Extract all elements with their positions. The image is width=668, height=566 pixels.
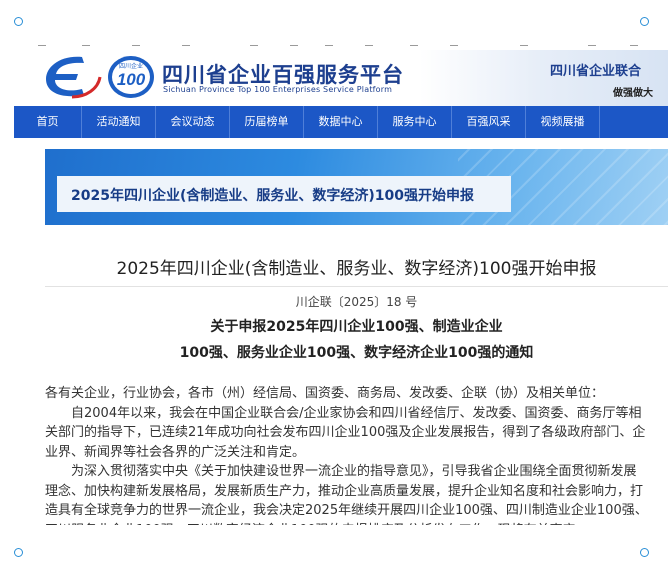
nav-item-top100-showcase[interactable]: 百强风采 <box>452 106 526 138</box>
nav-item-home[interactable]: 首页 <box>14 106 82 138</box>
nav-item-meeting-news[interactable]: 会议动态 <box>156 106 230 138</box>
article-title: 2025年四川企业(含制造业、服务业、数字经济)100强开始申报 <box>116 259 597 279</box>
nav-item-service-center[interactable]: 服务中心 <box>378 106 452 138</box>
banner-text: 2025年四川企业(含制造业、服务业、数字经济)100强开始申报 <box>71 188 474 204</box>
site-subtitle: Sichuan Province Top 100 Enterprises Ser… <box>163 85 393 94</box>
site-header: 100 四川企业 四川省企业百强服务平台 Sichuan Province To… <box>14 50 668 106</box>
top-right-resize-handle[interactable] <box>640 17 649 26</box>
title-divider <box>45 286 668 287</box>
top100-badge-icon: 100 四川企业 <box>108 56 154 98</box>
bottom-right-resize-handle[interactable] <box>640 548 649 557</box>
body-paragraph-1: 自2004年以来，我会在中国企业联合会/企业家协会和四川省经信厅、发改委、国资委… <box>45 405 646 460</box>
body-paragraph-2: 为深入贯彻落实中央《关于加快建设世界一流企业的指导意见》，引导我省企业围绕全面贯… <box>45 464 648 525</box>
top100-logo[interactable]: 100 四川企业 <box>106 54 156 100</box>
salutation: 各有关企业，行业协会，各市（州）经信局、国资委、商务局、发改委、企联（协）及相关… <box>45 386 605 401</box>
header-slogan: 做强做大 <box>613 88 653 99</box>
document-number: 川企联〔2025〕18 号 <box>295 295 418 309</box>
notice-title-line-1: 关于申报2025年四川企业100强、制造业企业 <box>210 319 503 335</box>
nav-item-data-center[interactable]: 数据中心 <box>304 106 378 138</box>
top100-logo-number: 100 <box>117 70 146 89</box>
notice-title-line-2: 100强、服务业企业100强、数字经济企业100强的通知 <box>179 345 534 361</box>
federation-name: 四川省企业联合 <box>550 64 642 79</box>
main-navigation: 首页 活动通知 会议动态 历届榜单 数据中心 服务中心 百强风采 视频展播 <box>14 106 668 138</box>
nav-item-past-rankings[interactable]: 历届榜单 <box>230 106 304 138</box>
webpage-capture: 100 四川企业 四川省企业百强服务平台 Sichuan Province To… <box>14 50 668 525</box>
top100-logo-caption: 四川企业 <box>119 62 143 70</box>
nav-item-activity-notices[interactable]: 活动通知 <box>82 106 156 138</box>
article-body: 各有关企业，行业协会，各市（州）经信局、国资委、商务局、发改委、企联（协）及相关… <box>45 384 649 525</box>
federation-logo-icon[interactable] <box>42 53 102 101</box>
article-banner: 2025年四川企业(含制造业、服务业、数字经济)100强开始申报 <box>45 149 668 225</box>
top-left-resize-handle[interactable] <box>14 17 23 26</box>
bottom-left-resize-handle[interactable] <box>14 548 23 557</box>
nav-item-video[interactable]: 视频展播 <box>526 106 600 138</box>
